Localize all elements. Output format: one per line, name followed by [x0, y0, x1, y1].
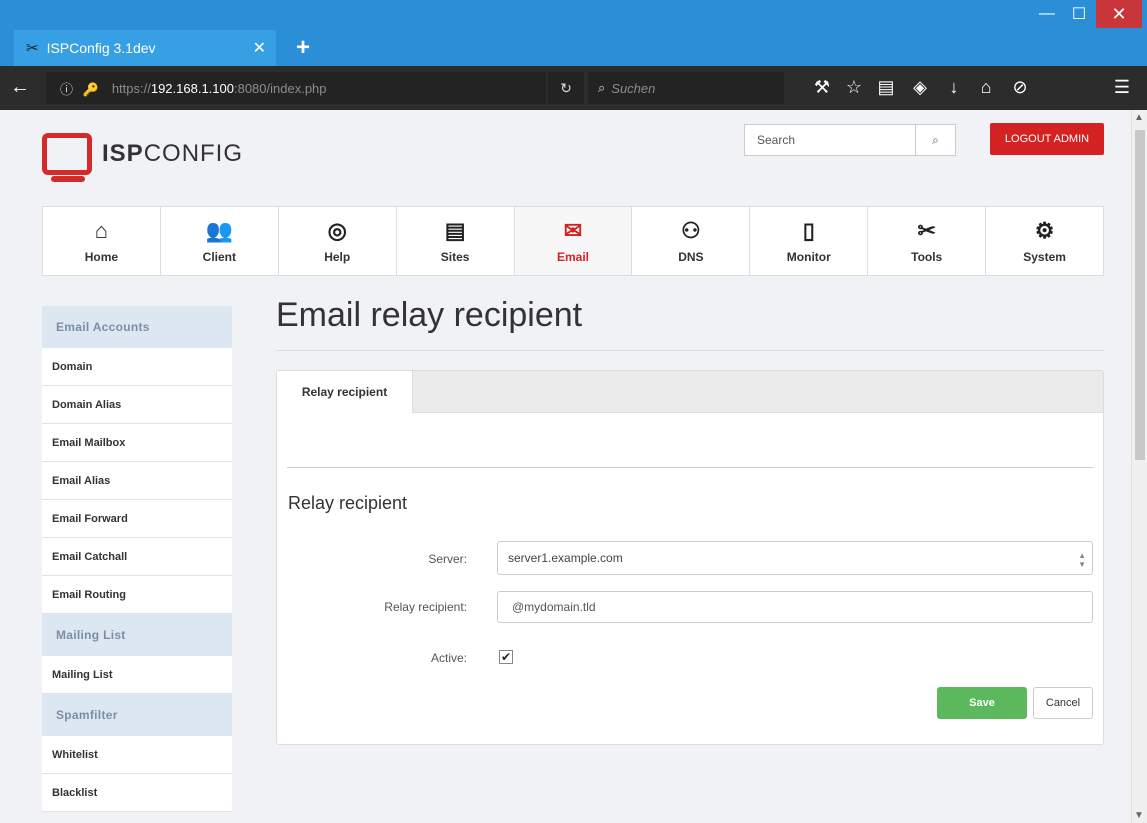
- gear-icon: ⚙: [1034, 218, 1055, 243]
- relay-recipient-input[interactable]: @mydomain.tld: [497, 591, 1093, 623]
- nav-item-label: Home: [84, 250, 119, 264]
- users-icon: 👥: [205, 218, 234, 243]
- tracking-icon[interactable]: ⊘: [1008, 77, 1032, 98]
- browser-search-field[interactable]: ⌕ Suchen: [588, 72, 784, 104]
- sidebar-item-domain-alias[interactable]: Domain Alias: [42, 386, 232, 424]
- nav-item-label: Monitor: [786, 250, 831, 264]
- sidebar-item-domain[interactable]: Domain: [42, 348, 232, 386]
- sidebar-heading: Mailing List: [42, 614, 232, 656]
- nav-item-label: Tools: [911, 250, 943, 264]
- tab-title: ISPConfig 3.1dev: [46, 40, 156, 56]
- nav-item-tools[interactable]: ✂ Tools: [868, 207, 987, 275]
- server-value: server1.example.com: [508, 551, 623, 565]
- download-icon[interactable]: ↓: [942, 77, 966, 98]
- close-window-button[interactable]: ✕: [1096, 0, 1142, 28]
- sidebar-item-email-routing[interactable]: Email Routing: [42, 576, 232, 614]
- search-icon: ⌕: [932, 132, 939, 147]
- url-path: :8080/index.php: [233, 80, 327, 96]
- nav-item-email[interactable]: ✉ Email: [514, 207, 633, 275]
- nav-item-sites[interactable]: ▤ Sites: [397, 207, 515, 275]
- main-nav: ⌂ Home 👥 Client ◎ Help ▤ Sites ✉ Email ⚇ DNS ▯ Monito…: [42, 206, 1104, 276]
- active-label: Active:: [430, 651, 467, 665]
- page-title: Email relay recipient: [276, 296, 583, 334]
- url-host: 192.168.1.100: [150, 80, 234, 96]
- nav-item-label: Help: [324, 250, 351, 264]
- email-icon: ✉: [563, 218, 583, 243]
- url-prefix: https://: [111, 80, 151, 96]
- nav-item-label: Client: [202, 250, 236, 264]
- nav-item-label: Sites: [440, 250, 470, 264]
- nav-item-dns[interactable]: ⚇ DNS: [632, 207, 751, 275]
- sidebar-item-mailing-list[interactable]: Mailing List: [42, 656, 232, 694]
- wrench-icon[interactable]: ⚒: [810, 77, 834, 98]
- logo-icon: [42, 133, 92, 182]
- back-arrow-icon[interactable]: ←: [10, 76, 30, 99]
- tools-icon: ✂: [917, 218, 936, 243]
- sidebar-item-email-alias[interactable]: Email Alias: [42, 462, 232, 500]
- scroll-down-icon[interactable]: ▼: [1134, 810, 1144, 821]
- nav-item-home[interactable]: ⌂ Home: [43, 207, 161, 275]
- minimize-button[interactable]: —: [1032, 0, 1062, 28]
- site-info-icon[interactable]: ⓘ 🔑: [60, 79, 102, 98]
- sidebar-heading: Spamfilter: [42, 694, 232, 736]
- search-icon: ⌕: [598, 80, 606, 95]
- browser-navbar: ← ⓘ 🔑 https:// 192.168.1.100 :8080/index…: [0, 66, 1147, 110]
- scroll-thumb[interactable]: [1135, 130, 1145, 460]
- browser-tab[interactable]: ✂ ISPConfig 3.1dev ✕: [14, 30, 276, 66]
- sidebar-item-email-mailbox[interactable]: Email Mailbox: [42, 424, 232, 462]
- divider: [287, 467, 1093, 468]
- nav-item-label: Email: [557, 250, 590, 264]
- dns-icon: ⚇: [681, 218, 701, 243]
- logo[interactable]: ISPCONFIG: [42, 132, 244, 182]
- new-tab-button[interactable]: +: [286, 32, 320, 64]
- close-tab-icon[interactable]: ✕: [253, 38, 266, 58]
- server-label: Server:: [428, 552, 467, 566]
- reader-icon[interactable]: ▤: [874, 77, 898, 98]
- browser-titlebar: ✂ ISPConfig 3.1dev ✕ + — ☐ ✕: [0, 0, 1147, 66]
- sidebar-item-email-catchall[interactable]: Email Catchall: [42, 538, 232, 576]
- sidebar-heading: Email Accounts: [42, 306, 232, 348]
- search-input[interactable]: Search: [744, 124, 916, 156]
- chevron-down-icon: ▲ ▼: [1078, 551, 1086, 569]
- logout-button[interactable]: LOGOUT ADMIN: [990, 123, 1104, 155]
- search-button[interactable]: ⌕: [916, 124, 956, 156]
- save-button[interactable]: Save: [937, 687, 1027, 719]
- page: ISPCONFIG Search ⌕ LOGOUT ADMIN ⌂ Home 👥 Cl…: [0, 110, 1131, 823]
- sidebar-item-whitelist[interactable]: Whitelist: [42, 736, 232, 774]
- home-icon[interactable]: ⌂: [974, 77, 998, 98]
- nav-item-help[interactable]: ◎ Help: [279, 207, 397, 275]
- address-bar[interactable]: ⓘ 🔑 https:// 192.168.1.100 :8080/index.p…: [46, 72, 546, 104]
- tools-icon: ✂: [26, 40, 39, 57]
- monitor-icon: ▯: [802, 218, 815, 243]
- server-select[interactable]: server1.example.com ▲ ▼: [497, 541, 1093, 575]
- sidebar-item-email-forward[interactable]: Email Forward: [42, 500, 232, 538]
- scroll-up-icon[interactable]: ▲: [1134, 112, 1144, 123]
- nav-item-system[interactable]: ⚙ System: [986, 207, 1103, 275]
- lifebuoy-icon: ◎: [327, 218, 347, 243]
- form-panel: Relay recipient Relay recipient Server: …: [276, 370, 1104, 745]
- nav-item-client[interactable]: 👥 Client: [161, 207, 279, 275]
- nav-item-label: DNS: [678, 250, 704, 264]
- nav-item-label: System: [1023, 250, 1066, 264]
- sidebar: Email Accounts Domain Domain Alias Email Ma…: [42, 306, 232, 812]
- divider: [276, 350, 1104, 351]
- maximize-button[interactable]: ☐: [1064, 0, 1094, 28]
- menu-icon[interactable]: ☰: [1110, 77, 1134, 98]
- relay-recipient-label: Relay recipient:: [384, 600, 467, 614]
- section-title: Relay recipient: [288, 493, 408, 513]
- scrollbar[interactable]: ▲ ▼: [1131, 110, 1147, 823]
- tab-relay-recipient[interactable]: Relay recipient: [277, 371, 413, 413]
- sidebar-item-blacklist[interactable]: Blacklist: [42, 774, 232, 812]
- cancel-button[interactable]: Cancel: [1033, 687, 1093, 719]
- active-checkbox[interactable]: ✔: [499, 650, 513, 664]
- reload-icon[interactable]: ↻: [548, 72, 584, 104]
- sites-icon: ▤: [444, 218, 466, 243]
- nav-item-monitor[interactable]: ▯ Monitor: [750, 207, 869, 275]
- panel-tabs: Relay recipient: [277, 371, 1103, 413]
- browser-search-placeholder: Suchen: [611, 80, 656, 96]
- pocket-icon[interactable]: ◈: [908, 77, 932, 98]
- home-icon: ⌂: [94, 218, 109, 243]
- bookmark-star-icon[interactable]: ☆: [842, 77, 866, 98]
- logo-text: ISPCONFIG: [102, 140, 244, 167]
